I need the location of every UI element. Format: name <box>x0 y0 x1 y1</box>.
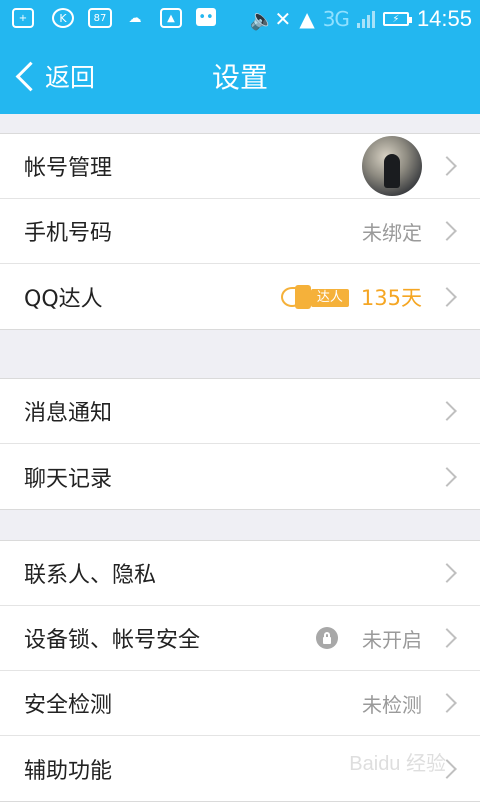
image-icon: ▲ <box>160 8 182 28</box>
network-type: 3G <box>322 7 350 31</box>
row-label: 消息通知 <box>24 401 113 426</box>
row-device-lock[interactable]: 设备锁、帐号安全 未开启 <box>0 606 480 671</box>
daren-info: 达人 135天 <box>280 282 422 312</box>
chevron-right-icon <box>437 286 457 307</box>
watermark: Baidu 经验 <box>349 753 446 775</box>
row-account-management[interactable]: 帐号管理 <box>0 134 480 199</box>
chevron-right-icon <box>437 693 457 713</box>
avatar <box>362 136 422 196</box>
row-value: 未绑定 <box>362 220 422 245</box>
row-label: 手机号码 <box>24 221 113 246</box>
k-app-label: K <box>59 11 67 25</box>
row-value: 未检测 <box>362 692 422 717</box>
row-contacts-privacy[interactable]: 联系人、隐私 <box>0 541 480 606</box>
row-label: QQ达人 <box>24 286 103 312</box>
mute-icon: 🔈✕ <box>249 7 292 31</box>
wifi-icon: ▲ <box>299 7 315 31</box>
badge-87-icon: 87 <box>88 8 112 28</box>
row-label: 设备锁、帐号安全 <box>24 628 201 653</box>
row-label: 联系人、隐私 <box>24 563 157 588</box>
chevron-right-icon <box>437 156 457 176</box>
row-qq-daren[interactable]: QQ达人 达人 135天 <box>0 264 480 329</box>
chevron-right-icon <box>437 628 457 648</box>
status-bar: + K 87 ☁ ▲ •• 🔈✕ ▲ 3G ⚡ 14:55 <box>0 0 480 38</box>
daren-days: 135天 <box>360 285 422 310</box>
battery-icon: ⚡ <box>382 12 412 26</box>
chevron-right-icon <box>437 221 457 241</box>
k-app-icon: K <box>52 8 74 28</box>
status-right: 🔈✕ ▲ 3G ⚡ 14:55 <box>250 0 472 38</box>
notification-plus-icon: + <box>12 8 34 28</box>
row-label: 帐号管理 <box>24 156 113 181</box>
lock-icon <box>316 627 338 649</box>
row-notifications[interactable]: 消息通知 <box>0 379 480 444</box>
chevron-right-icon <box>437 563 457 583</box>
wechat-icon: ☁ <box>128 10 142 26</box>
row-phone-number[interactable]: 手机号码 未绑定 <box>0 199 480 264</box>
row-security-check[interactable]: 安全检测 未检测 <box>0 671 480 736</box>
title-bar: 返回 设置 <box>0 38 480 114</box>
settings-group-messages: 消息通知 聊天记录 <box>0 378 480 510</box>
page-title: 设置 <box>211 61 268 94</box>
clock: 14:55 <box>416 6 472 31</box>
row-value: 未开启 <box>362 627 422 652</box>
row-label: 聊天记录 <box>24 466 113 492</box>
row-label: 安全检测 <box>24 693 113 718</box>
daren-badge-label: 达人 <box>310 288 349 307</box>
row-label: 辅助功能 <box>24 758 113 784</box>
chevron-right-icon <box>437 466 457 487</box>
settings-group-account: 帐号管理 手机号码 未绑定 QQ达人 达人 135天 <box>0 133 480 330</box>
chevron-right-icon <box>437 401 457 421</box>
daren-badge-icon: 达人 <box>280 284 351 309</box>
signal-icon <box>356 10 375 28</box>
row-chat-history[interactable]: 聊天记录 <box>0 444 480 509</box>
message-icon: •• <box>196 8 216 26</box>
badge-87-label: 87 <box>93 12 107 24</box>
